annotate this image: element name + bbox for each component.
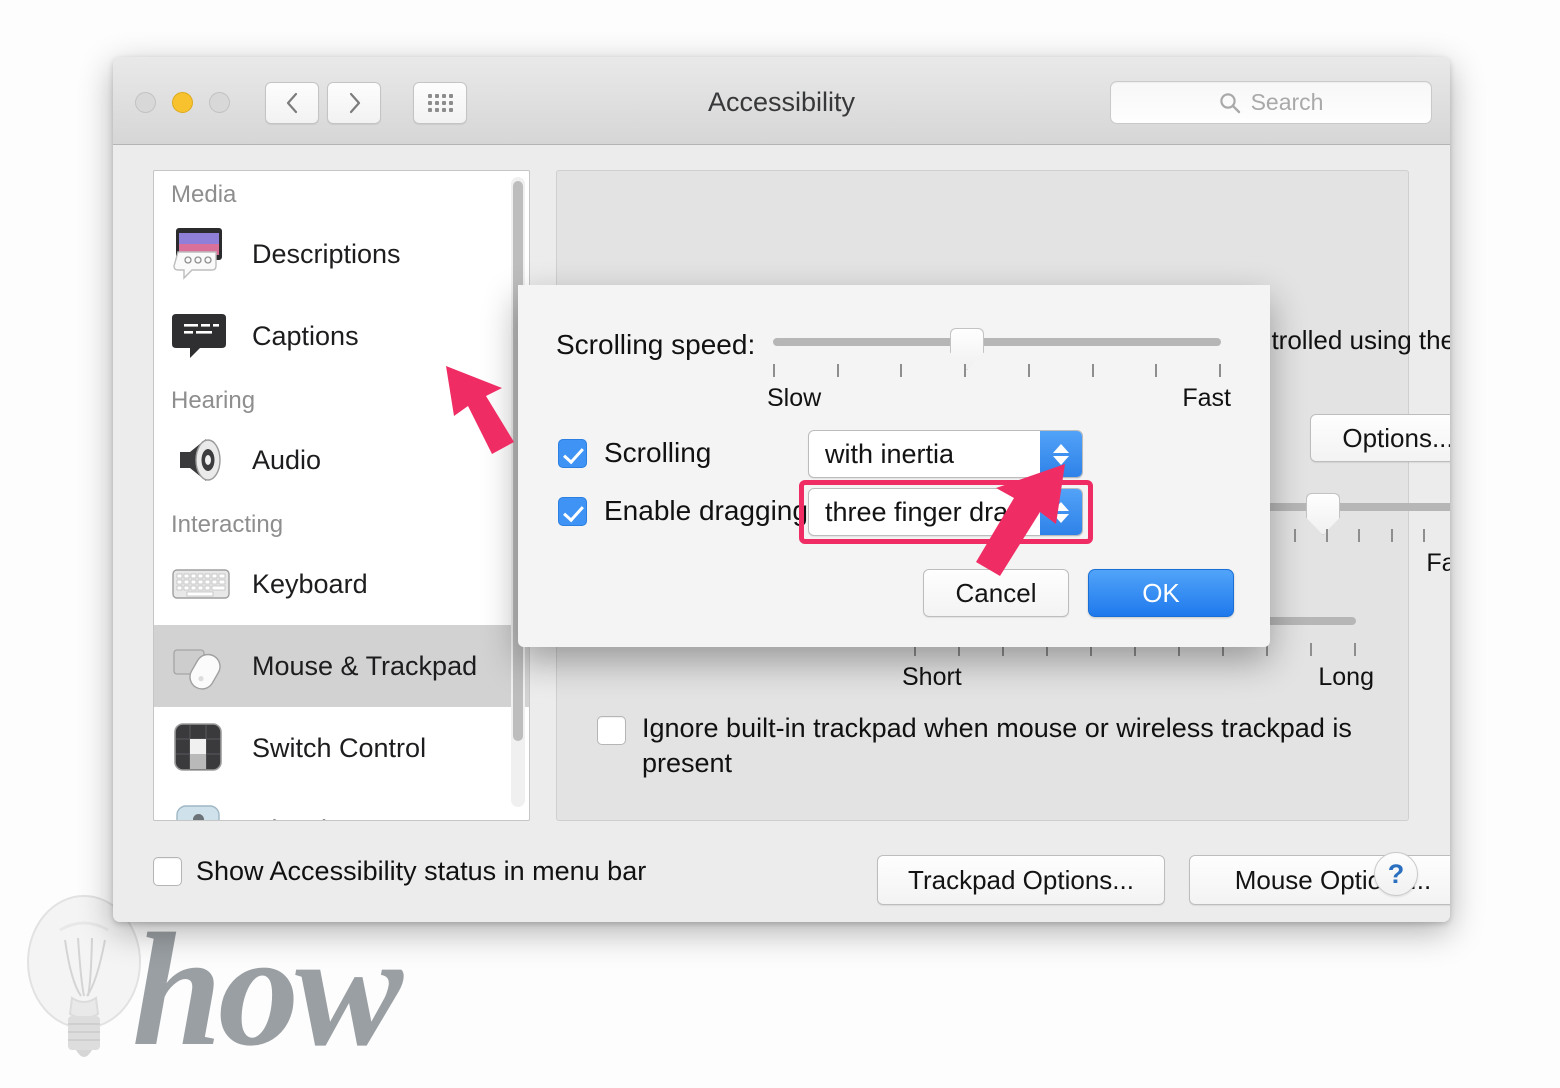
search-icon (1219, 92, 1240, 113)
sidebar-item-label: Descriptions (252, 238, 401, 269)
window-titlebar: Accessibility Search (113, 57, 1450, 145)
slider-right-label: Long (1318, 663, 1374, 691)
sidebar-item-label: Dictation (252, 815, 357, 821)
sidebar-item-mouse-trackpad[interactable]: Mouse & Trackpad (154, 625, 529, 707)
sidebar-item-label: Audio (252, 444, 322, 475)
search-placeholder: Search (1250, 89, 1324, 115)
sidebar-item-audio[interactable]: Audio (154, 419, 529, 501)
sidebar-item-label: Captions (252, 320, 359, 351)
sidebar-item-descriptions[interactable]: Descriptions (154, 213, 529, 295)
help-button[interactable]: ? (1374, 852, 1418, 896)
dragging-style-popup[interactable]: three finger drag (808, 488, 1083, 536)
scrolling-style-popup[interactable]: with inertia (808, 430, 1083, 478)
window-bottom-bar: Show Accessibility status in menu bar ? (113, 834, 1450, 922)
scrolling-row: Scrolling (558, 437, 711, 469)
sidebar-item-captions[interactable]: Captions (154, 295, 529, 377)
accessibility-category-list[interactable]: Media Descriptions Captions Hearing Audi… (153, 170, 530, 821)
preferences-window: Accessibility Search Media Descriptions … (113, 57, 1450, 922)
ignore-trackpad-label: Ignore built-in trackpad when mouse or w… (642, 713, 1352, 778)
slider-track (773, 338, 1221, 346)
ignore-trackpad-checkbox[interactable] (597, 716, 626, 745)
slider-right-label: Fast (1426, 549, 1450, 577)
sidebar-item-dictation[interactable]: Dictation (154, 789, 529, 821)
dictation-icon (168, 802, 236, 820)
sidebar-item-label: Keyboard (252, 568, 368, 599)
sidebar-item-switch-control[interactable]: Switch Control (154, 707, 529, 789)
scrolling-style-value: with inertia (825, 438, 955, 469)
ignore-trackpad-row: Ignore built-in trackpad when mouse or w… (597, 711, 1387, 780)
stepper-arrows-icon[interactable] (1040, 489, 1082, 535)
stepper-arrows-icon[interactable] (1040, 431, 1082, 477)
ok-button[interactable]: OK (1088, 569, 1234, 617)
sidebar-item-label: Switch Control (252, 732, 427, 763)
sidebar-item-label: Mouse & Trackpad (252, 650, 478, 681)
window-body: Media Descriptions Captions Hearing Audi… (113, 145, 1450, 922)
slider-right-label: Fast (1182, 384, 1231, 412)
slider-left-label: Short (902, 663, 962, 691)
show-accessibility-status-label: Show Accessibility status in menu bar (196, 856, 647, 886)
show-status-row: Show Accessibility status in menu bar (153, 856, 646, 887)
sidebar-item-keyboard[interactable]: Keyboard (154, 543, 529, 625)
mouse-trackpad-icon (168, 638, 236, 694)
partial-description-text: ntrolled using the (1257, 325, 1450, 355)
show-accessibility-status-checkbox[interactable] (153, 857, 182, 886)
audio-icon (168, 432, 236, 488)
enable-dragging-checkbox[interactable] (558, 496, 587, 526)
sidebar-group-media: Media (171, 181, 237, 208)
sidebar-group-interacting: Interacting (171, 511, 284, 538)
dragging-style-value: three finger drag (825, 496, 1024, 527)
slider-left-label: Slow (767, 384, 822, 412)
scrolling-label: Scrolling (604, 437, 712, 468)
watermark-text: how (132, 901, 403, 1080)
enable-dragging-row: Enable dragging (558, 495, 808, 527)
enable-dragging-label: Enable dragging (604, 495, 808, 526)
search-input[interactable]: Search (1110, 81, 1432, 124)
screenshot-root: how Accessibility Search Media Descripti… (0, 0, 1560, 1088)
scrolling-checkbox[interactable] (558, 438, 587, 468)
trackpad-options-sheet: Scrolling speed: Slow Fast Scrolling wit… (518, 285, 1270, 647)
keyboard-icon (168, 556, 236, 612)
descriptions-icon (168, 226, 236, 282)
scrolling-speed-label: Scrolling speed: (556, 329, 756, 360)
cancel-button[interactable]: Cancel (923, 569, 1069, 617)
slider-ticks (773, 364, 1221, 377)
options-button[interactable]: Options... (1310, 414, 1450, 462)
sidebar-group-hearing: Hearing (171, 387, 256, 414)
switch-control-icon (168, 720, 236, 776)
scrolling-speed-row: Scrolling speed: (556, 329, 755, 361)
captions-icon (168, 308, 236, 364)
